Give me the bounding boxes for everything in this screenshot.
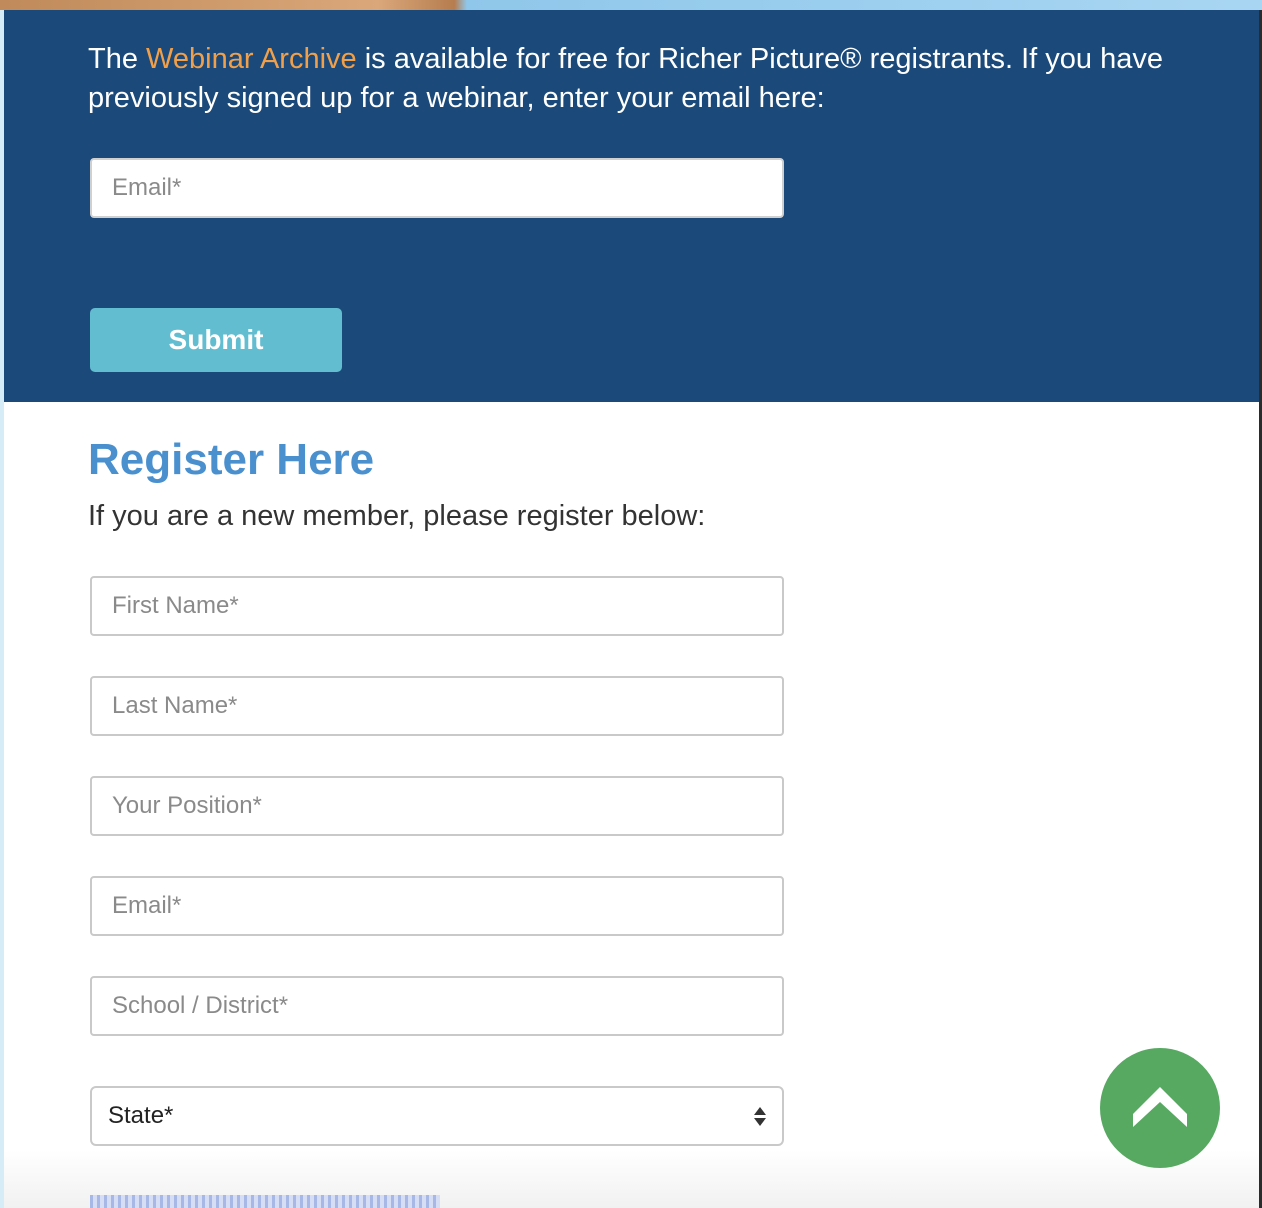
webinar-archive-panel: The Webinar Archive is available for fre… xyxy=(4,10,1259,402)
header-image-strip xyxy=(0,0,1262,10)
scroll-to-top-button[interactable] xyxy=(1100,1048,1220,1168)
last-name-input[interactable] xyxy=(90,676,784,736)
submit-button[interactable]: Submit xyxy=(90,308,342,372)
state-select-value: State* xyxy=(108,1102,174,1129)
register-email-input[interactable] xyxy=(90,876,784,936)
up-down-arrows-icon xyxy=(754,1106,766,1126)
register-title: Register Here xyxy=(88,435,375,484)
archive-text-prefix: The xyxy=(88,43,147,75)
archive-email-input[interactable] xyxy=(90,158,784,218)
position-input[interactable] xyxy=(90,776,784,836)
webinar-archive-link[interactable]: Webinar Archive xyxy=(146,43,357,75)
first-name-input[interactable] xyxy=(90,576,784,636)
school-district-input[interactable] xyxy=(90,976,784,1036)
archive-intro-text: The Webinar Archive is available for fre… xyxy=(88,40,1198,118)
chevron-up-icon xyxy=(1133,1087,1187,1127)
state-select[interactable]: State* xyxy=(90,1086,784,1146)
captcha-widget[interactable] xyxy=(90,1195,440,1208)
register-subtitle: If you are a new member, please register… xyxy=(88,500,706,532)
